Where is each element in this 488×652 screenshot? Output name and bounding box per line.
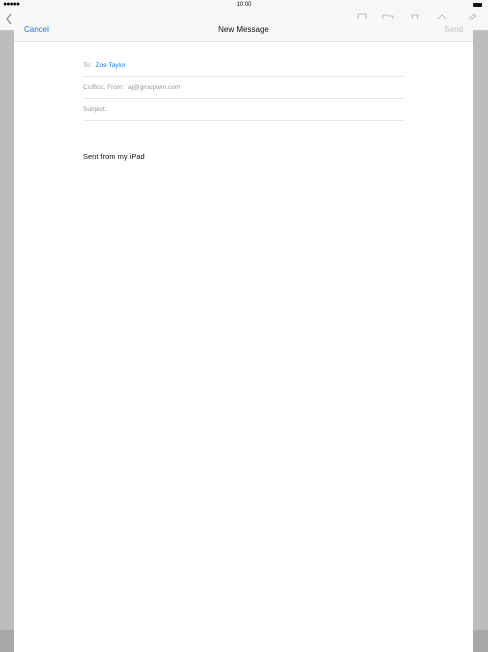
- cc-bcc-from-field[interactable]: Cc/Bcc, From: aj@groupwm.com: [83, 76, 404, 99]
- from-address: aj@groupwm.com: [127, 84, 181, 91]
- status-bar: ●●●●● 10:00: [0, 0, 488, 10]
- compose-title: New Message: [218, 25, 269, 34]
- to-recipient-token[interactable]: Zoe Taylor: [95, 62, 125, 69]
- battery-icon: [473, 3, 482, 7]
- cc-bcc-from-label: Cc/Bcc, From:: [83, 84, 125, 91]
- compose-sheet: Cancel New Message Send To: Zoe Taylor C…: [14, 19, 473, 652]
- back-chevron-icon: [6, 13, 12, 25]
- to-label: To:: [83, 62, 92, 69]
- send-button[interactable]: Send: [444, 25, 463, 34]
- subject-label: Subject:: [83, 106, 107, 113]
- message-body[interactable]: Sent from my iPad: [83, 152, 145, 161]
- to-field[interactable]: To: Zoe Taylor: [83, 54, 404, 77]
- compose-header: Cancel New Message Send: [14, 19, 473, 42]
- subject-field[interactable]: Subject:: [83, 98, 404, 121]
- status-time: 10:00: [236, 2, 252, 8]
